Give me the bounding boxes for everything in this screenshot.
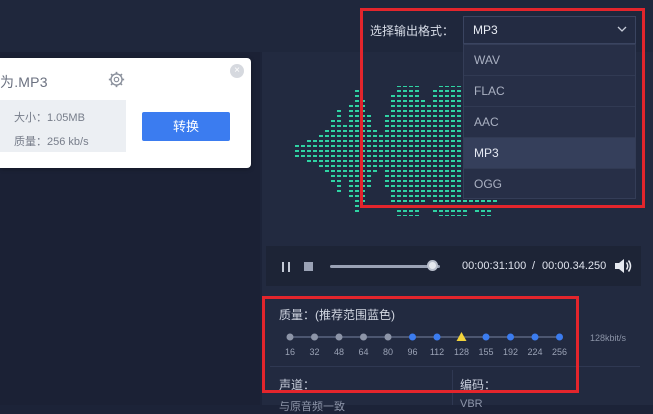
volume-icon[interactable]: [614, 258, 632, 274]
total-time: 00:00.34.250: [542, 260, 607, 272]
file-bitrate: 质量：256 kb/s: [14, 136, 89, 148]
file-card: 为.MP3 × 大小：1.05MB 质量：256 kb/s 转换: [0, 58, 251, 168]
highlight-box-format: [360, 8, 645, 208]
channel-option[interactable]: 与原音频一致: [279, 398, 345, 414]
file-size: 大小：1.05MB: [14, 112, 85, 124]
highlight-box-quality: [262, 296, 579, 393]
close-icon[interactable]: ×: [230, 64, 244, 78]
progress-handle[interactable]: [427, 260, 439, 271]
progress-bar[interactable]: [330, 265, 440, 268]
audio-player: 00:00:31:100 / 00:00.34.250: [266, 246, 641, 286]
pause-icon[interactable]: [280, 261, 292, 273]
time-separator: /: [532, 260, 536, 272]
stop-icon[interactable]: [304, 262, 313, 271]
codec-option[interactable]: VBR: [460, 398, 483, 410]
file-info: 大小：1.05MB 质量：256 kb/s: [0, 100, 126, 152]
convert-button[interactable]: 转换: [142, 112, 230, 141]
file-name: 为.MP3: [0, 74, 48, 90]
gear-icon[interactable]: [108, 71, 125, 88]
current-time: 00:00:31:100: [462, 260, 527, 272]
quality-value: 128kbit/s: [590, 333, 627, 343]
